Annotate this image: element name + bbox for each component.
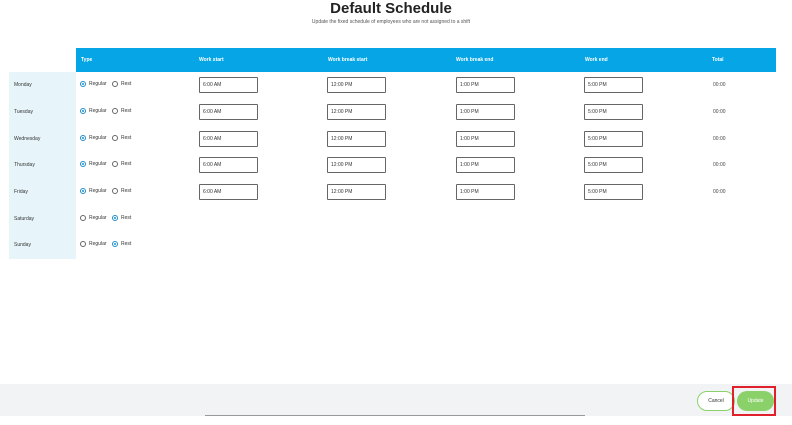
work-start-input[interactable]: 6:00 AM [199, 157, 258, 173]
break-end-input[interactable]: 1:00 PM [456, 104, 515, 120]
work-end-input[interactable]: 5:00 PM [584, 157, 643, 173]
radio-rest[interactable] [112, 241, 118, 247]
page-title: Default Schedule [330, 0, 452, 17]
radio-rest[interactable] [112, 81, 118, 87]
break-end-input[interactable]: 1:00 PM [456, 157, 515, 173]
radio-regular[interactable] [80, 215, 86, 221]
break-end-input[interactable]: 1:00 PM [456, 184, 515, 200]
radio-rest[interactable] [112, 108, 118, 114]
column-header-work-start: Work start [199, 57, 224, 63]
total-value: 00:00 [713, 189, 726, 195]
break-start-input[interactable]: 12:00 PM [327, 184, 386, 200]
total-value: 00:00 [713, 109, 726, 115]
radio-regular-label: Regular [89, 215, 107, 221]
radio-rest-label: Rest [121, 188, 132, 194]
work-end-input[interactable]: 5:00 PM [584, 77, 643, 93]
work-start-input[interactable]: 6:00 AM [199, 77, 258, 93]
total-value: 00:00 [713, 162, 726, 168]
day-label: Tuesday [14, 109, 33, 115]
day-label: Sunday [14, 242, 31, 248]
work-end-input[interactable]: 5:00 PM [584, 104, 643, 120]
page-subtitle: Update the fixed schedule of employees w… [311, 19, 471, 25]
work-start-input[interactable]: 6:00 AM [199, 131, 258, 147]
day-label: Monday [14, 82, 32, 88]
work-start-input[interactable]: 6:00 AM [199, 184, 258, 200]
radio-regular-label: Regular [89, 241, 107, 247]
radio-rest-label: Rest [121, 108, 132, 114]
column-header-total: Total [712, 57, 724, 63]
radio-regular-label: Regular [89, 135, 107, 141]
break-end-input[interactable]: 1:00 PM [456, 131, 515, 147]
column-header-break-end: Work break end [456, 57, 494, 63]
radio-rest[interactable] [112, 161, 118, 167]
radio-regular[interactable] [80, 81, 86, 87]
radio-regular-label: Regular [89, 108, 107, 114]
footer-divider [205, 415, 585, 416]
column-header-type: Type [81, 57, 93, 63]
day-label: Thursday [14, 162, 35, 168]
radio-rest-label: Rest [121, 241, 132, 247]
radio-rest[interactable] [112, 215, 118, 221]
radio-rest-label: Rest [121, 81, 132, 87]
day-label: Friday [14, 189, 28, 195]
update-button-highlight [732, 386, 776, 416]
total-value: 00:00 [713, 82, 726, 88]
work-end-input[interactable]: 5:00 PM [584, 184, 643, 200]
column-header-break-start: Work break start [328, 57, 368, 63]
day-label: Saturday [14, 216, 35, 222]
break-start-input[interactable]: 12:00 PM [327, 131, 386, 147]
radio-regular[interactable] [80, 108, 86, 114]
day-label: Wednesday [14, 136, 41, 142]
radio-rest[interactable] [112, 188, 118, 194]
work-end-input[interactable]: 5:00 PM [584, 131, 643, 147]
radio-rest-label: Rest [121, 215, 132, 221]
total-value: 00:00 [713, 136, 726, 142]
break-start-input[interactable]: 12:00 PM [327, 157, 386, 173]
radio-rest[interactable] [112, 135, 118, 141]
radio-rest-label: Rest [121, 135, 132, 141]
radio-rest-label: Rest [121, 161, 132, 167]
footer-bar [0, 384, 792, 416]
radio-regular[interactable] [80, 135, 86, 141]
break-end-input[interactable]: 1:00 PM [456, 77, 515, 93]
radio-regular[interactable] [80, 188, 86, 194]
radio-regular-label: Regular [89, 161, 107, 167]
radio-regular[interactable] [80, 241, 86, 247]
cancel-button[interactable]: Cancel [697, 391, 735, 411]
break-start-input[interactable]: 12:00 PM [327, 77, 386, 93]
break-start-input[interactable]: 12:00 PM [327, 104, 386, 120]
column-header-work-end: Work end [585, 57, 608, 63]
radio-regular[interactable] [80, 161, 86, 167]
work-start-input[interactable]: 6:00 AM [199, 104, 258, 120]
radio-regular-label: Regular [89, 81, 107, 87]
table-header: Type Work start Work break start Work br… [76, 48, 776, 72]
radio-regular-label: Regular [89, 188, 107, 194]
